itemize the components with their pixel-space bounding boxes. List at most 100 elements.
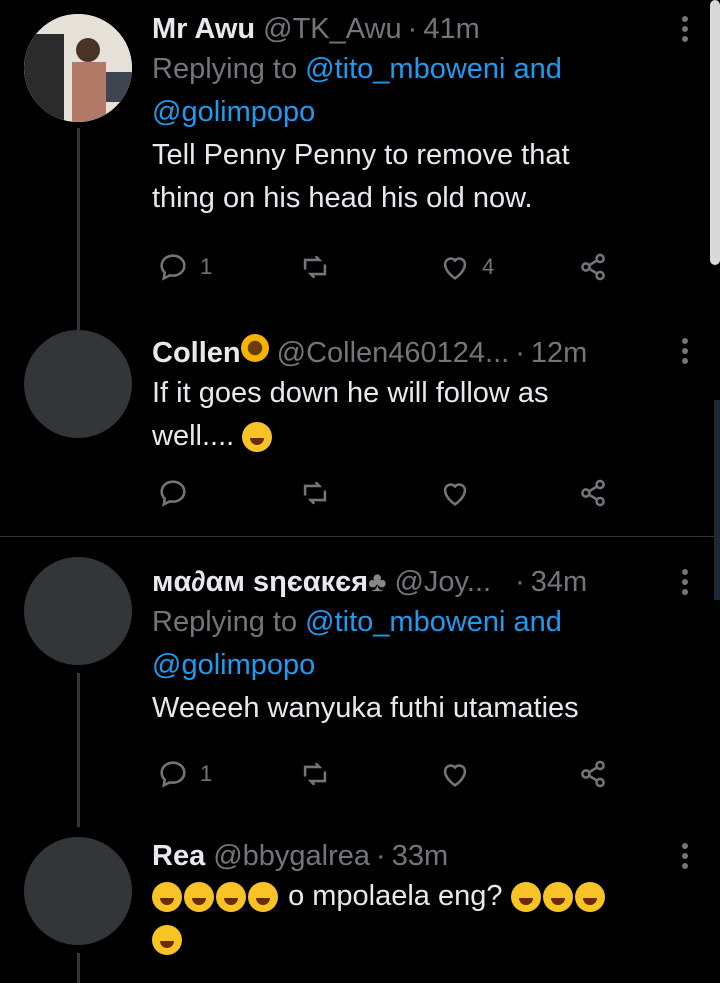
retweet-button[interactable] — [298, 250, 332, 284]
avatar[interactable] — [24, 557, 132, 665]
crying-face-emoji — [510, 882, 541, 913]
sunflower-emoji — [240, 334, 269, 362]
tweet-header: Rea @bbygalrea · 33m — [152, 837, 660, 875]
reply-icon — [160, 254, 186, 281]
reply-button[interactable] — [156, 476, 190, 510]
tweet-header: Collen @Collen460124... · 12m — [152, 334, 660, 372]
crying-face-emoji — [574, 882, 605, 913]
more-options-icon[interactable] — [682, 569, 690, 599]
tweet-text: Weeeeh wanyuka futhi utamaties — [152, 687, 660, 730]
tweet-actions: 1 4 — [152, 250, 622, 290]
timestamp[interactable]: 41m — [423, 10, 479, 48]
rofl-emoji — [248, 882, 278, 913]
user-handle[interactable]: @Collen460124... — [277, 334, 510, 372]
tweet-actions — [152, 476, 622, 516]
tweet-3[interactable]: мα∂αм ѕηєαкєя ♣ @Joy... · 34m Replying to… — [0, 537, 720, 827]
share-icon — [581, 253, 605, 281]
tweet-header: Mr Awu @TK_Awu · 41m — [152, 10, 660, 48]
tweet-content: Rea @bbygalrea · 33m o mpolaela eng? — [152, 837, 660, 961]
tweet-content: мα∂αм ѕηєαкєя ♣ @Joy... · 34m Replying to… — [152, 563, 660, 730]
rofl-emoji — [184, 882, 214, 913]
tweet-header: мα∂αм ѕηєαкєя ♣ @Joy... · 34m — [152, 563, 660, 601]
mention-link[interactable]: @tito_mboweni — [305, 53, 505, 85]
retweet-button[interactable] — [298, 757, 332, 791]
crying-face-emoji — [542, 882, 573, 913]
more-options-icon[interactable] — [682, 338, 690, 368]
replying-to: Replying to @tito_mboweni and @golimpopo — [152, 48, 660, 134]
heart-icon — [443, 483, 467, 506]
reply-button[interactable]: 1 — [156, 757, 212, 791]
crying-face-emoji — [152, 925, 182, 956]
display-name[interactable]: мα∂αм ѕηєαкєя — [152, 563, 368, 601]
user-handle[interactable]: @TK_Awu — [263, 10, 402, 48]
avatar[interactable] — [24, 837, 132, 945]
tweet-text-line: well.... — [152, 420, 235, 452]
share-icon — [581, 760, 605, 788]
mention-link[interactable]: @tito_mboweni — [305, 606, 505, 638]
display-name[interactable]: Rea — [152, 837, 205, 875]
scroll-indicator — [714, 400, 720, 600]
tweet-content: Mr Awu @TK_Awu · 41m Replying to @tito_m… — [152, 10, 660, 220]
zany-face-emoji — [242, 422, 273, 453]
avatar[interactable] — [24, 14, 132, 122]
display-name[interactable]: Collen — [152, 334, 241, 372]
like-button[interactable]: 4 — [438, 250, 494, 284]
tweet-text: o mpolaela eng? — [152, 875, 660, 961]
user-handle[interactable]: @Joy... — [394, 563, 491, 601]
thread-line — [77, 953, 80, 983]
tweet-2[interactable]: Collen @Collen460124... · 12m If it goes… — [0, 330, 720, 536]
thread-line — [77, 128, 80, 330]
club-emoji: ♣ — [368, 566, 387, 597]
replying-prefix: Replying to — [152, 606, 306, 638]
scrollbar[interactable] — [710, 0, 720, 265]
user-handle[interactable]: @bbygalrea — [213, 837, 370, 875]
tweet-content: Collen @Collen460124... · 12m If it goes… — [152, 334, 660, 458]
heart-icon — [443, 764, 467, 787]
thread-line — [77, 673, 80, 827]
timestamp[interactable]: 33m — [392, 837, 448, 875]
avatar-photo — [24, 14, 132, 122]
timestamp[interactable]: 12m — [531, 334, 587, 372]
separator-dot: · — [407, 13, 418, 45]
tweet-text: If it goes down he will follow as well..… — [152, 372, 660, 458]
heart-icon — [443, 257, 467, 280]
like-button[interactable] — [438, 757, 472, 791]
replying-to: Replying to @tito_mboweni and @golimpopo — [152, 601, 660, 687]
share-button[interactable] — [576, 476, 610, 510]
tweet-text-line: thing on his head his old now. — [152, 182, 533, 214]
like-button[interactable] — [438, 476, 472, 510]
more-options-icon[interactable] — [682, 16, 690, 46]
rofl-emoji — [152, 882, 182, 913]
tweet-text: Tell Penny Penny to remove that thing on… — [152, 134, 660, 220]
tweet-text-line: If it goes down he will follow as — [152, 377, 549, 409]
share-button[interactable] — [576, 250, 610, 284]
retweet-icon — [303, 481, 327, 505]
reply-count: 1 — [200, 254, 213, 279]
tweet-4[interactable]: Rea @bbygalrea · 33m o mpolaela eng? — [0, 827, 720, 983]
more-options-icon[interactable] — [682, 843, 690, 873]
tweet-text-line: Weeeeh wanyuka futhi utamaties — [152, 692, 579, 724]
mention-link[interactable]: @golimpopo — [152, 649, 315, 681]
like-count: 4 — [482, 254, 495, 279]
tweet-text-line: Tell Penny Penny to remove that — [152, 139, 570, 171]
reply-button[interactable]: 1 — [156, 250, 212, 284]
tweet-actions: 1 — [152, 757, 622, 797]
replying-and[interactable]: and — [505, 606, 562, 638]
avatar[interactable] — [24, 330, 132, 438]
share-button[interactable] — [576, 757, 610, 791]
replying-and[interactable]: and — [505, 53, 562, 85]
tweet-text-line: o mpolaela eng? — [288, 880, 503, 912]
separator-dot: · — [515, 337, 525, 369]
mention-link[interactable]: @golimpopo — [152, 96, 315, 128]
timestamp[interactable]: 34m — [531, 563, 587, 601]
tweet-1[interactable]: Mr Awu @TK_Awu · 41m Replying to @tito_m… — [0, 0, 720, 330]
separator-dot: · — [376, 840, 386, 872]
retweet-icon — [303, 255, 327, 279]
reply-icon — [160, 761, 186, 788]
display-name[interactable]: Mr Awu — [152, 10, 255, 48]
retweet-icon — [303, 762, 327, 786]
reply-icon — [160, 480, 186, 507]
separator-dot: · — [515, 566, 525, 598]
retweet-button[interactable] — [298, 476, 332, 510]
replying-prefix: Replying to — [152, 53, 306, 85]
